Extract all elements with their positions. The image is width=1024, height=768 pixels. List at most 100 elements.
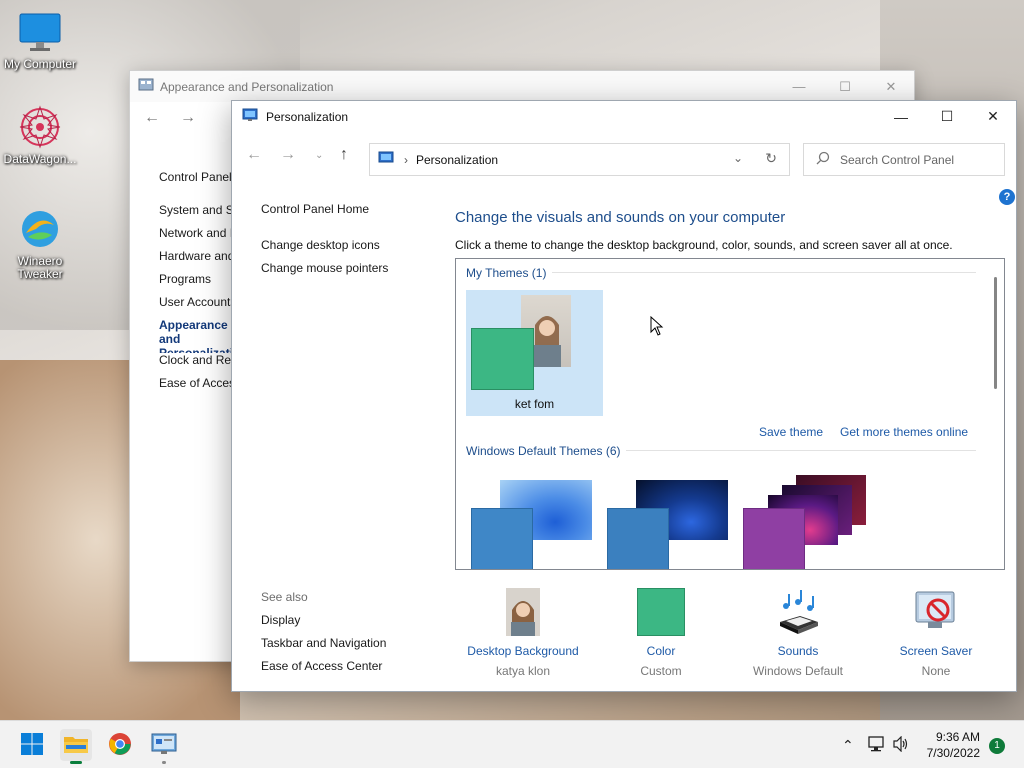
setting-value: Custom: [640, 664, 682, 678]
taskbar-navigation-link[interactable]: Taskbar and Navigation: [261, 636, 386, 650]
breadcrumb[interactable]: Personalization: [416, 153, 498, 167]
theme-list[interactable]: My Themes (1) ket fom Save theme Get mor…: [455, 258, 1005, 570]
theme-name: ket fom: [514, 397, 555, 411]
color-setting[interactable]: Color Custom: [591, 588, 731, 678]
setting-title: Color: [646, 644, 676, 658]
desktop-icon-label: My Computer: [3, 57, 77, 71]
get-more-themes-link[interactable]: Get more themes online: [840, 425, 968, 439]
scrollbar[interactable]: [994, 277, 997, 389]
personalization-icon: [378, 151, 394, 168]
setting-title: Screen Saver: [899, 644, 973, 658]
my-themes-header: My Themes (1): [466, 266, 547, 280]
sidebar-item[interactable]: Clock and Reg: [159, 353, 239, 376]
theme-item[interactable]: [466, 473, 602, 569]
theme-color-swatch: [471, 508, 533, 569]
display-link[interactable]: Display: [261, 613, 386, 627]
personalization-icon: [242, 108, 258, 125]
sidebar-item-current[interactable]: Appearance and Personalization: [159, 318, 239, 353]
page-title: Change the visuals and sounds on your co…: [455, 209, 786, 226]
sidebar-item[interactable]: User Accounts: [159, 295, 239, 318]
title-bar[interactable]: Appearance and Personalization — ☐ ✕: [130, 71, 914, 102]
desktop-icon-my-computer[interactable]: My Computer: [0, 10, 80, 71]
up-arrow-icon[interactable]: ↑: [340, 146, 348, 164]
folder-icon: [63, 733, 89, 758]
setting-title: Desktop Background: [467, 644, 579, 658]
maximize-button[interactable]: ☐: [822, 71, 868, 102]
sidebar-item[interactable]: Ease of Access: [159, 376, 239, 399]
theme-color-swatch: [471, 328, 534, 390]
close-button[interactable]: ✕: [868, 71, 914, 102]
desktop-icon-label: DataWagon...: [3, 152, 77, 166]
desktop-icon-winaero-tweaker[interactable]: Winaero Tweaker: [0, 207, 80, 281]
back-arrow-icon[interactable]: ←: [246, 146, 262, 164]
back-arrow-icon[interactable]: ←: [144, 109, 160, 127]
forward-arrow-icon[interactable]: →: [180, 109, 196, 127]
control-panel-home-link[interactable]: Control Panel Home: [261, 202, 388, 216]
theme-color-swatch: [743, 508, 805, 569]
taskbar-control-panel[interactable]: [148, 729, 180, 764]
window-title: Appearance and Personalization: [160, 79, 334, 94]
change-mouse-pointers-link[interactable]: Change mouse pointers: [261, 261, 388, 275]
personalization-window[interactable]: Personalization — ☐ ✕ ← → ⌄ ↑ › Personal…: [231, 100, 1017, 692]
clock[interactable]: 9:36 AM 7/30/2022: [927, 729, 980, 761]
setting-title: Sounds: [777, 644, 819, 658]
running-indicator: [162, 761, 166, 764]
clock-date: 7/30/2022: [926, 746, 980, 760]
desktop-background-thumbnail: [506, 588, 540, 636]
close-button[interactable]: ✕: [970, 101, 1016, 132]
recent-chevron-icon[interactable]: ⌄: [315, 150, 323, 161]
setting-value: katya klon: [495, 664, 551, 678]
monitor-icon: [18, 10, 62, 54]
active-indicator: [70, 761, 82, 764]
setting-value: Windows Default: [752, 664, 844, 678]
change-desktop-icons-link[interactable]: Change desktop icons: [261, 238, 388, 252]
screen-saver-setting[interactable]: Screen Saver None: [866, 588, 1006, 678]
address-bar[interactable]: › Personalization ⌄ ↻: [369, 143, 790, 176]
search-input[interactable]: Search Control Panel: [803, 143, 1005, 176]
refresh-icon[interactable]: ↻: [765, 150, 777, 167]
taskbar-file-explorer[interactable]: [60, 729, 92, 764]
desktop-icon-label: Winaero Tweaker: [17, 254, 63, 281]
mandala-icon: [18, 105, 62, 149]
forward-arrow-icon[interactable]: →: [280, 146, 296, 164]
desktop-icon-datawagon[interactable]: DataWagon...: [0, 105, 80, 166]
theme-item-selected[interactable]: ket fom: [466, 290, 603, 416]
ease-of-access-link[interactable]: Ease of Access Center: [261, 659, 386, 673]
taskbar[interactable]: ⌃ 9:36 AM 7/30/2022 1: [0, 720, 1024, 768]
sidebar-item[interactable]: System and Se: [159, 203, 239, 226]
sounds-setting[interactable]: Sounds Windows Default: [728, 588, 868, 678]
sidebar-item[interactable]: Hardware and: [159, 249, 239, 272]
divider: [552, 272, 976, 273]
sidebar-item[interactable]: Programs: [159, 272, 239, 295]
sidebar-item[interactable]: Network and I: [159, 226, 239, 249]
show-hidden-icons-chevron-icon[interactable]: ⌃: [842, 737, 854, 754]
maximize-button[interactable]: ☐: [924, 101, 970, 132]
chevron-down-icon[interactable]: ⌄: [733, 151, 743, 165]
mouse-cursor-icon: [650, 315, 664, 339]
theme-color-swatch: [607, 508, 669, 569]
volume-icon[interactable]: [892, 735, 910, 755]
sidebar-item[interactable]: Control Panel: [159, 170, 239, 203]
network-icon[interactable]: [868, 736, 886, 755]
help-icon[interactable]: ?: [999, 189, 1015, 205]
chrome-icon: [108, 732, 132, 759]
color-swatch: [637, 588, 685, 636]
search-icon: [816, 151, 830, 168]
control-panel-icon: [151, 733, 177, 758]
clock-time: 9:36 AM: [935, 730, 980, 744]
title-bar[interactable]: Personalization — ☐ ✕: [232, 101, 1016, 132]
search-placeholder: Search Control Panel: [840, 152, 955, 167]
save-theme-link[interactable]: Save theme: [759, 425, 823, 439]
notification-badge[interactable]: 1: [989, 738, 1005, 754]
start-button[interactable]: [16, 729, 48, 761]
minimize-button[interactable]: —: [878, 101, 924, 132]
windows-logo-icon: [20, 732, 44, 759]
default-themes-header: Windows Default Themes (6): [466, 444, 621, 458]
theme-item[interactable]: [738, 473, 874, 569]
theme-item[interactable]: [602, 473, 738, 569]
sounds-icon: [774, 588, 822, 636]
taskbar-chrome[interactable]: [104, 729, 136, 761]
minimize-button[interactable]: —: [776, 71, 822, 102]
desktop-background-setting[interactable]: Desktop Background katya klon: [453, 588, 593, 678]
control-panel-icon: [138, 78, 154, 95]
